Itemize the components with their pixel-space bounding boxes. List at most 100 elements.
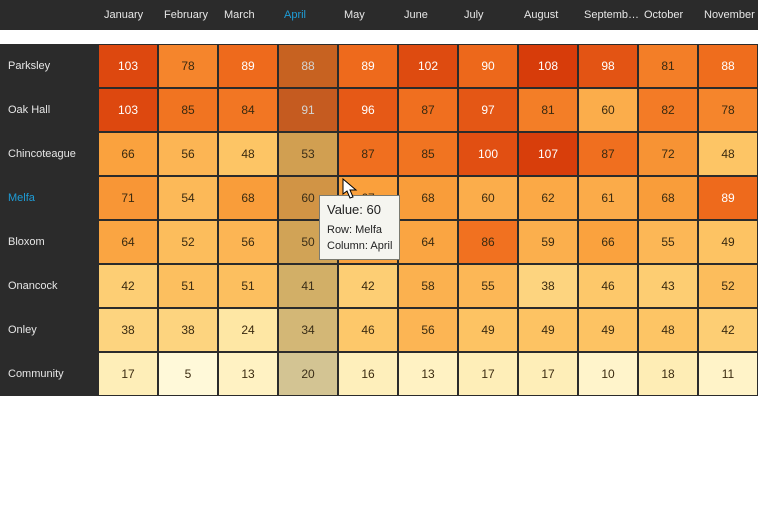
heatmap-cell[interactable]: 10 xyxy=(578,352,638,396)
heatmap-cell[interactable]: 108 xyxy=(518,44,578,88)
heatmap-cell[interactable]: 49 xyxy=(698,220,758,264)
heatmap-cell[interactable]: 42 xyxy=(698,308,758,352)
column-header[interactable]: Septemb… xyxy=(578,0,638,30)
heatmap-cell[interactable]: 103 xyxy=(98,44,158,88)
row-header[interactable]: Onancock xyxy=(0,264,98,308)
heatmap-cell[interactable]: 17 xyxy=(98,352,158,396)
heatmap-cell[interactable]: 24 xyxy=(218,308,278,352)
row-header[interactable]: Oak Hall xyxy=(0,88,98,132)
heatmap-cell[interactable]: 59 xyxy=(518,220,578,264)
row-header[interactable]: Chincoteague xyxy=(0,132,98,176)
heatmap-cell[interactable]: 56 xyxy=(158,132,218,176)
heatmap-cell[interactable]: 96 xyxy=(338,88,398,132)
heatmap-cell[interactable]: 87 xyxy=(578,132,638,176)
heatmap-cell[interactable]: 82 xyxy=(638,88,698,132)
heatmap-cell[interactable]: 68 xyxy=(398,176,458,220)
heatmap-cell[interactable]: 89 xyxy=(698,176,758,220)
heatmap-cell[interactable]: 78 xyxy=(698,88,758,132)
heatmap-cell[interactable]: 89 xyxy=(218,44,278,88)
heatmap-cell[interactable]: 17 xyxy=(518,352,578,396)
heatmap-cell[interactable]: 55 xyxy=(458,264,518,308)
heatmap-cell[interactable]: 13 xyxy=(398,352,458,396)
column-header[interactable]: May xyxy=(338,0,398,30)
heatmap-cell[interactable]: 18 xyxy=(638,352,698,396)
heatmap-cell[interactable]: 84 xyxy=(218,88,278,132)
heatmap-cell[interactable]: 81 xyxy=(518,88,578,132)
heatmap-cell[interactable]: 64 xyxy=(398,220,458,264)
heatmap-cell[interactable]: 86 xyxy=(458,220,518,264)
row-header[interactable]: Bloxom xyxy=(0,220,98,264)
heatmap-cell[interactable]: 42 xyxy=(98,264,158,308)
row-header[interactable]: Parksley xyxy=(0,44,98,88)
heatmap-cell[interactable]: 41 xyxy=(278,264,338,308)
heatmap-cell[interactable]: 49 xyxy=(518,308,578,352)
heatmap-cell[interactable]: 56 xyxy=(398,308,458,352)
column-header[interactable]: August xyxy=(518,0,578,30)
heatmap-cell[interactable]: 66 xyxy=(578,220,638,264)
column-header[interactable]: June xyxy=(398,0,458,30)
heatmap-cell[interactable]: 71 xyxy=(98,176,158,220)
column-header[interactable]: January xyxy=(98,0,158,30)
row-header[interactable]: Onley xyxy=(0,308,98,352)
heatmap-cell[interactable]: 60 xyxy=(278,176,338,220)
heatmap-cell[interactable]: 52 xyxy=(158,220,218,264)
heatmap-cell[interactable]: 13 xyxy=(218,352,278,396)
heatmap-cell[interactable]: 46 xyxy=(578,264,638,308)
heatmap-cell[interactable]: 72 xyxy=(638,132,698,176)
column-header[interactable]: October xyxy=(638,0,698,30)
heatmap-cell[interactable]: 38 xyxy=(518,264,578,308)
heatmap-cell[interactable]: 46 xyxy=(338,308,398,352)
heatmap-cell[interactable]: 78 xyxy=(158,44,218,88)
heatmap-cell[interactable]: 88 xyxy=(278,44,338,88)
heatmap-cell[interactable]: 48 xyxy=(218,132,278,176)
heatmap-cell[interactable]: 68 xyxy=(638,176,698,220)
heatmap-cell[interactable]: 60 xyxy=(458,176,518,220)
heatmap-cell[interactable]: 56 xyxy=(218,220,278,264)
row-header[interactable]: Community xyxy=(0,352,98,396)
heatmap-cell[interactable]: 107 xyxy=(518,132,578,176)
heatmap-cell[interactable]: 66 xyxy=(98,132,158,176)
heatmap-cell[interactable]: 48 xyxy=(638,308,698,352)
heatmap-cell[interactable]: 5 xyxy=(158,352,218,396)
column-header[interactable]: November xyxy=(698,0,758,30)
heatmap-cell[interactable]: 50 xyxy=(278,220,338,264)
heatmap-cell[interactable]: 43 xyxy=(638,264,698,308)
heatmap-cell[interactable]: 62 xyxy=(518,176,578,220)
heatmap-cell[interactable]: 68 xyxy=(218,176,278,220)
heatmap-cell[interactable]: 85 xyxy=(398,132,458,176)
heatmap-cell[interactable]: 103 xyxy=(98,88,158,132)
heatmap-cell[interactable]: 87 xyxy=(338,132,398,176)
heatmap-cell[interactable]: 102 xyxy=(398,44,458,88)
heatmap-cell[interactable]: 51 xyxy=(158,264,218,308)
heatmap-cell[interactable]: 38 xyxy=(98,308,158,352)
heatmap-cell[interactable]: 48 xyxy=(698,132,758,176)
heatmap-cell[interactable]: 61 xyxy=(578,176,638,220)
heatmap-cell[interactable]: 66 xyxy=(338,220,398,264)
heatmap-cell[interactable]: 17 xyxy=(458,352,518,396)
heatmap-cell[interactable]: 81 xyxy=(638,44,698,88)
heatmap-cell[interactable]: 34 xyxy=(278,308,338,352)
heatmap-cell[interactable]: 20 xyxy=(278,352,338,396)
heatmap-cell[interactable]: 60 xyxy=(578,88,638,132)
heatmap-cell[interactable]: 97 xyxy=(458,88,518,132)
heatmap-cell[interactable]: 85 xyxy=(158,88,218,132)
heatmap-cell[interactable]: 42 xyxy=(338,264,398,308)
heatmap-cell[interactable]: 38 xyxy=(158,308,218,352)
heatmap-cell[interactable]: 64 xyxy=(98,220,158,264)
heatmap-cell[interactable]: 53 xyxy=(278,132,338,176)
heatmap-cell[interactable]: 98 xyxy=(578,44,638,88)
heatmap-cell[interactable]: 52 xyxy=(698,264,758,308)
heatmap-cell[interactable]: 67 xyxy=(338,176,398,220)
heatmap-cell[interactable]: 88 xyxy=(698,44,758,88)
heatmap-cell[interactable]: 89 xyxy=(338,44,398,88)
heatmap-cell[interactable]: 51 xyxy=(218,264,278,308)
column-header[interactable]: July xyxy=(458,0,518,30)
heatmap-cell[interactable]: 16 xyxy=(338,352,398,396)
column-header[interactable]: March xyxy=(218,0,278,30)
column-header[interactable]: April xyxy=(278,0,338,30)
heatmap-cell[interactable]: 90 xyxy=(458,44,518,88)
heatmap-cell[interactable]: 49 xyxy=(458,308,518,352)
heatmap-cell[interactable]: 55 xyxy=(638,220,698,264)
heatmap-cell[interactable]: 54 xyxy=(158,176,218,220)
column-header[interactable]: February xyxy=(158,0,218,30)
